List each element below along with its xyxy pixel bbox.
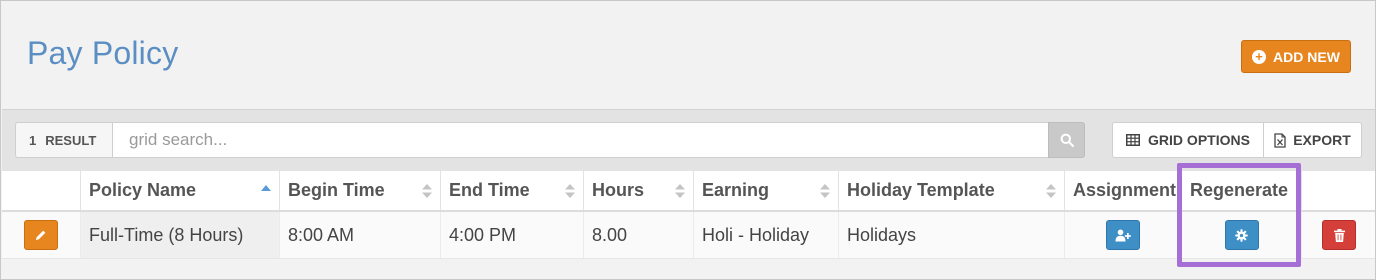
td-delete bbox=[1302, 212, 1375, 258]
assign-users-button[interactable] bbox=[1106, 220, 1140, 250]
user-plus-icon bbox=[1115, 229, 1131, 241]
td-end-time: 4:00 PM bbox=[441, 212, 584, 258]
th-hours[interactable]: Hours bbox=[584, 171, 694, 210]
table-grid-icon bbox=[1126, 134, 1141, 146]
th-begin-time-label: Begin Time bbox=[288, 180, 385, 200]
td-holiday-template: Holidays bbox=[839, 212, 1065, 258]
excel-file-icon bbox=[1274, 132, 1286, 148]
td-begin-time: 8:00 AM bbox=[280, 212, 441, 258]
td-earning: Holi - Holiday bbox=[694, 212, 839, 258]
grid-options-label: GRID OPTIONS bbox=[1148, 132, 1250, 148]
table-row: Full-Time (8 Hours) 8:00 AM 4:00 PM 8.00… bbox=[2, 212, 1375, 259]
pay-policy-panel: Pay Policy + ADD NEW 1 RESULT GRID OPTIO… bbox=[0, 0, 1376, 280]
sort-ascending-icon bbox=[261, 185, 271, 191]
th-regenerate: Regenerate bbox=[1182, 171, 1302, 210]
search-icon bbox=[1060, 133, 1074, 147]
th-end-time[interactable]: End Time bbox=[441, 171, 584, 210]
trash-icon bbox=[1333, 228, 1345, 242]
sort-icon bbox=[675, 184, 685, 198]
th-policy-name-label: Policy Name bbox=[89, 180, 197, 200]
th-regenerate-label: Regenerate bbox=[1190, 180, 1289, 200]
td-hours: 8.00 bbox=[584, 212, 694, 258]
page-title: Pay Policy bbox=[27, 35, 179, 71]
sort-icon bbox=[820, 184, 830, 198]
th-actions bbox=[2, 171, 81, 210]
td-regenerate bbox=[1182, 212, 1302, 258]
td-edit bbox=[2, 212, 81, 258]
th-earning-label: Earning bbox=[702, 180, 770, 200]
th-earning[interactable]: Earning bbox=[694, 171, 839, 210]
table-header-row: Policy Name Begin Time End Time Hours Ea bbox=[2, 171, 1375, 212]
delete-button[interactable] bbox=[1322, 220, 1356, 250]
grid-options-button[interactable]: GRID OPTIONS bbox=[1112, 122, 1264, 158]
pencil-icon bbox=[36, 230, 46, 240]
td-policy-name: Full-Time (8 Hours) bbox=[81, 212, 280, 258]
result-label: RESULT bbox=[45, 132, 97, 148]
plus-circle-icon: + bbox=[1252, 49, 1267, 64]
add-new-button[interactable]: + ADD NEW bbox=[1241, 40, 1351, 73]
th-assignment-label: Assignment bbox=[1073, 180, 1177, 200]
th-end-time-label: End Time bbox=[449, 180, 530, 200]
export-button[interactable]: EXPORT bbox=[1263, 122, 1362, 158]
result-count: 1 bbox=[29, 132, 37, 148]
add-new-label: ADD NEW bbox=[1273, 48, 1340, 65]
regenerate-button[interactable] bbox=[1224, 220, 1259, 250]
grid-search-input[interactable] bbox=[112, 122, 1049, 158]
th-holiday-template[interactable]: Holiday Template bbox=[839, 171, 1065, 210]
th-policy-name[interactable]: Policy Name bbox=[81, 171, 280, 210]
th-begin-time[interactable]: Begin Time bbox=[280, 171, 441, 210]
export-label: EXPORT bbox=[1293, 132, 1351, 148]
th-assignment: Assignment bbox=[1065, 171, 1182, 210]
result-count-badge: 1 RESULT bbox=[15, 122, 113, 158]
edit-button[interactable] bbox=[24, 220, 58, 250]
th-holiday-template-label: Holiday Template bbox=[847, 180, 995, 200]
sort-icon bbox=[1046, 184, 1056, 198]
td-assignment bbox=[1065, 212, 1182, 258]
search-button[interactable] bbox=[1048, 122, 1085, 158]
sort-icon bbox=[422, 184, 432, 198]
sort-icon bbox=[565, 184, 575, 198]
th-delete bbox=[1302, 171, 1375, 210]
th-hours-label: Hours bbox=[592, 180, 645, 200]
gear-icon bbox=[1235, 228, 1248, 242]
